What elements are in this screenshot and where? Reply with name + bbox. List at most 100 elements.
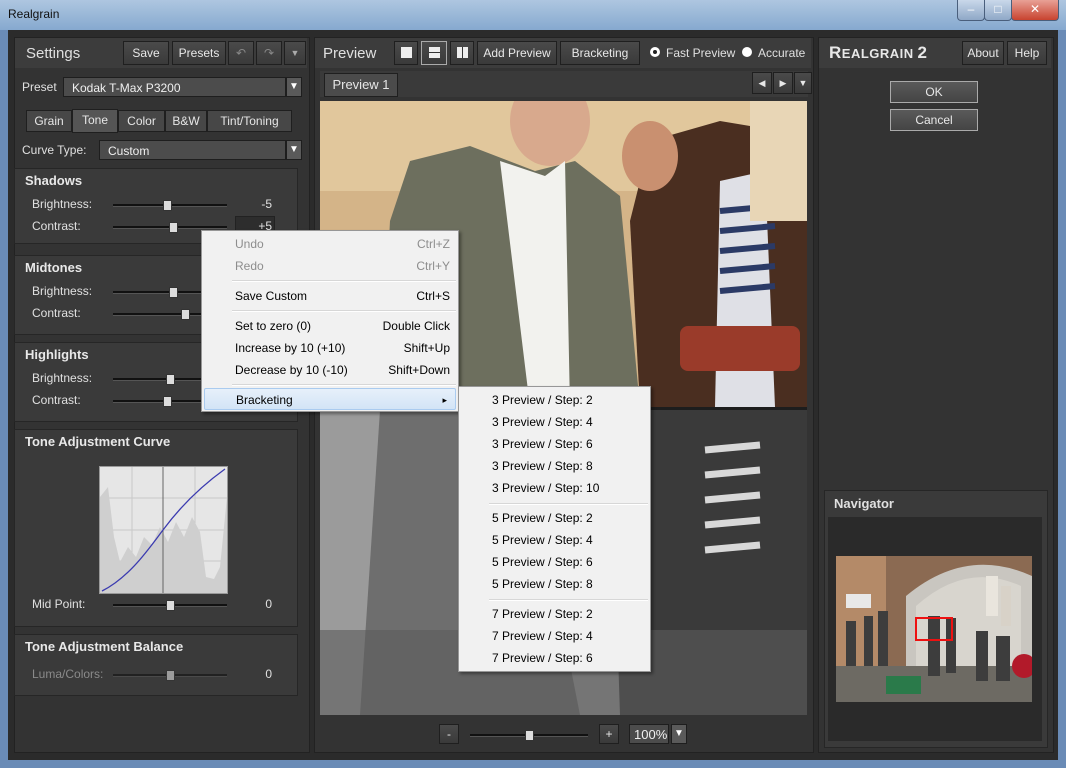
slider-thumb[interactable]: [525, 730, 534, 741]
tone-balance-title: Tone Adjustment Balance: [25, 639, 184, 654]
single-view-icon[interactable]: [394, 41, 418, 65]
menu-separator: [489, 503, 648, 505]
zoom-out-button[interactable]: -: [439, 724, 459, 744]
bracket-item[interactable]: 7 Preview / Step: 4: [459, 625, 650, 647]
menu-separator: [489, 599, 648, 601]
bracket-item[interactable]: 7 Preview / Step: 6: [459, 647, 650, 669]
mid-point-slider[interactable]: [113, 600, 227, 611]
fast-preview-radio[interactable]: [650, 47, 660, 57]
midtones-title: Midtones: [25, 260, 83, 275]
title-bar[interactable]: Realgrain – □ ✕: [0, 0, 1066, 30]
minimize-button[interactable]: –: [957, 0, 985, 21]
luma-colors-slider[interactable]: [113, 670, 227, 681]
settings-title: Settings: [26, 45, 81, 62]
slider-thumb[interactable]: [181, 309, 190, 320]
bracket-item[interactable]: 5 Preview / Step: 6: [459, 551, 650, 573]
tab-list-icon[interactable]: ▼: [794, 72, 812, 94]
ok-button[interactable]: OK: [890, 81, 978, 103]
menu-label: 7 Preview / Step: 6: [492, 651, 593, 665]
split-vertical-icon[interactable]: [450, 41, 474, 65]
zoom-dropdown-icon[interactable]: ▼: [671, 724, 687, 744]
menu-item-increase[interactable]: Increase by 10 (+10) Shift+Up: [202, 337, 458, 359]
brand-initial: R: [829, 43, 842, 62]
menu-shortcut: Ctrl+S: [416, 289, 450, 303]
curve-type-select[interactable]: Custom: [99, 140, 286, 160]
slider-thumb[interactable]: [166, 600, 175, 611]
bracket-item[interactable]: 5 Preview / Step: 8: [459, 573, 650, 595]
bracket-item[interactable]: 3 Preview / Step: 4: [459, 411, 650, 433]
add-preview-button[interactable]: Add Preview: [477, 41, 557, 65]
tab-bw[interactable]: B&W: [165, 110, 207, 132]
tab-scroll-right-icon[interactable]: ▶: [773, 72, 793, 94]
menu-label: Redo: [235, 259, 264, 273]
bracket-item[interactable]: 5 Preview / Step: 4: [459, 529, 650, 551]
bracket-item[interactable]: 3 Preview / Step: 6: [459, 433, 650, 455]
submenu-arrow-icon: ▸: [442, 395, 447, 405]
about-button[interactable]: About: [962, 41, 1004, 65]
menu-item-undo[interactable]: Undo Ctrl+Z: [202, 233, 458, 255]
bracket-item[interactable]: 3 Preview / Step: 8: [459, 455, 650, 477]
tab-preview-1[interactable]: Preview 1: [324, 73, 398, 97]
menu-label: 3 Preview / Step: 10: [492, 481, 600, 495]
highlights-brightness-label: Brightness:: [32, 371, 93, 385]
tab-grain[interactable]: Grain: [26, 110, 72, 132]
undo-icon[interactable]: ↶: [228, 41, 254, 65]
split-horizontal-icon[interactable]: [421, 41, 447, 65]
bracket-item[interactable]: 5 Preview / Step: 2: [459, 507, 650, 529]
navigator-thumbnail[interactable]: [836, 556, 1032, 702]
shadows-brightness-label: Brightness:: [32, 197, 93, 211]
menu-label: Bracketing: [236, 393, 293, 407]
bracket-item[interactable]: 7 Preview / Step: 2: [459, 603, 650, 625]
menu-item-redo[interactable]: Redo Ctrl+Y: [202, 255, 458, 277]
mid-point-value: 0: [265, 597, 272, 611]
slider-thumb[interactable]: [163, 200, 172, 211]
menu-label: Decrease by 10 (-10): [235, 363, 348, 377]
shadows-contrast-label: Contrast:: [32, 219, 81, 233]
menu-label: 5 Preview / Step: 8: [492, 577, 593, 591]
midtones-contrast-label: Contrast:: [32, 306, 81, 320]
tone-curve-graph[interactable]: [99, 466, 228, 594]
tab-tone[interactable]: Tone: [72, 109, 118, 133]
slider-thumb[interactable]: [169, 287, 178, 298]
shadows-brightness-slider[interactable]: [113, 200, 227, 211]
slider-thumb[interactable]: [163, 396, 172, 407]
preset-dropdown-icon[interactable]: ▼: [286, 77, 302, 97]
tab-scroll-left-icon[interactable]: ◀: [752, 72, 772, 94]
close-button[interactable]: ✕: [1011, 0, 1059, 21]
menu-separator: [232, 384, 456, 386]
bracketing-button[interactable]: Bracketing: [560, 41, 640, 65]
tone-curve-svg: [100, 467, 227, 593]
tab-tint-toning[interactable]: Tint/Toning: [207, 110, 292, 132]
bracket-item[interactable]: 3 Preview / Step: 2: [459, 389, 650, 411]
menu-label: Set to zero (0): [235, 319, 312, 333]
menu-item-decrease[interactable]: Decrease by 10 (-10) Shift+Down: [202, 359, 458, 381]
slider-thumb[interactable]: [166, 670, 175, 681]
curve-type-dropdown-icon[interactable]: ▼: [286, 140, 302, 160]
menu-item-bracketing[interactable]: Bracketing ▸: [204, 388, 456, 410]
settings-menu-chevron-icon[interactable]: ▼: [284, 41, 306, 65]
menu-item-set-zero[interactable]: Set to zero (0) Double Click: [202, 315, 458, 337]
zoom-level-select[interactable]: 100%: [629, 724, 669, 744]
bracket-item[interactable]: 3 Preview / Step: 10: [459, 477, 650, 499]
zoom-slider[interactable]: [470, 730, 588, 741]
accurate-radio[interactable]: [742, 47, 752, 57]
save-button[interactable]: Save: [123, 41, 169, 65]
menu-shortcut: Ctrl+Y: [416, 259, 450, 273]
menu-label: 3 Preview / Step: 6: [492, 437, 593, 451]
presets-button[interactable]: Presets: [172, 41, 226, 65]
menu-shortcut: Double Click: [382, 319, 450, 333]
help-button[interactable]: Help: [1007, 41, 1047, 65]
menu-separator: [232, 280, 456, 282]
shadows-contrast-slider[interactable]: [113, 222, 227, 233]
curve-type-label: Curve Type:: [22, 143, 87, 157]
tab-color[interactable]: Color: [118, 110, 165, 132]
redo-icon[interactable]: ↷: [256, 41, 282, 65]
highlights-contrast-label: Contrast:: [32, 393, 81, 407]
cancel-button[interactable]: Cancel: [890, 109, 978, 131]
menu-item-save-custom[interactable]: Save Custom Ctrl+S: [202, 285, 458, 307]
zoom-in-button[interactable]: +: [599, 724, 619, 744]
preset-select[interactable]: Kodak T-Max P3200: [63, 77, 286, 97]
slider-thumb[interactable]: [169, 222, 178, 233]
slider-thumb[interactable]: [166, 374, 175, 385]
maximize-button[interactable]: □: [984, 0, 1012, 21]
